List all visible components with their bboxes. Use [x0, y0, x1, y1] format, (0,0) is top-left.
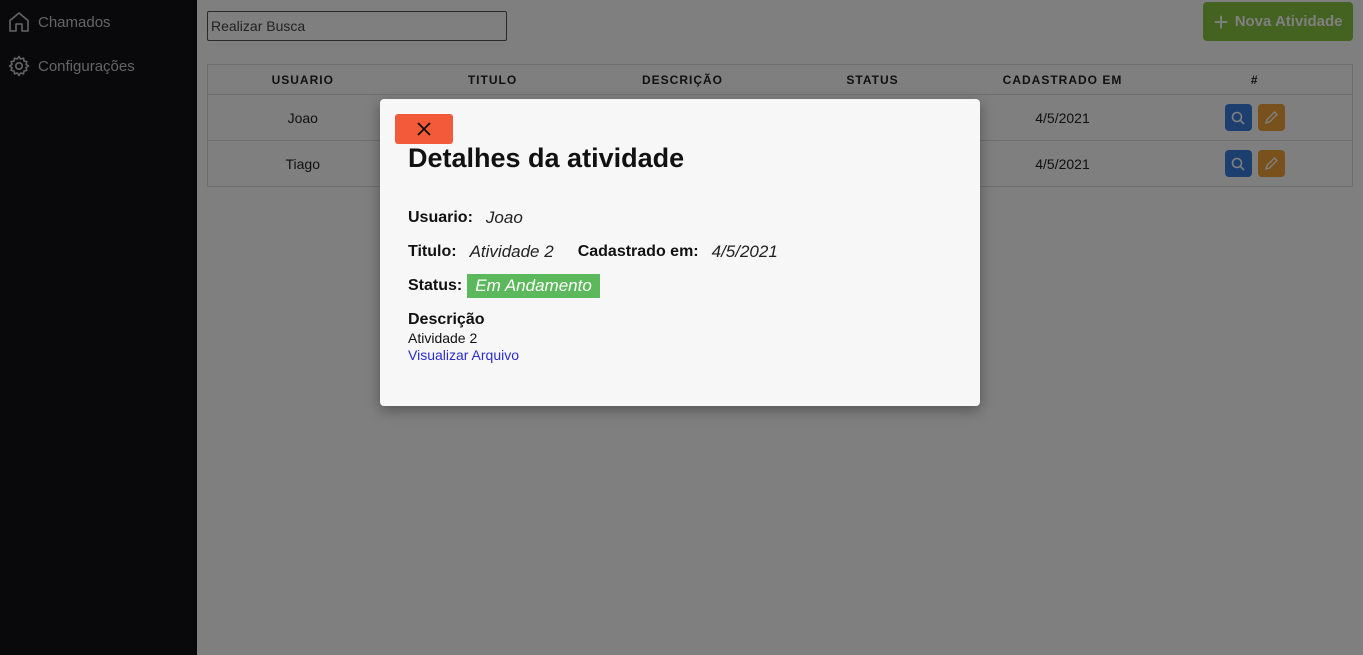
view-file-link[interactable]: Visualizar Arquivo [408, 347, 519, 363]
status-badge: Em Andamento [467, 274, 600, 298]
status-row: Status: Em Andamento [408, 274, 600, 298]
titulo-row: Titulo: Atividade 2 Cadastrado em: 4/5/2… [408, 242, 778, 262]
status-label: Status: [408, 277, 463, 294]
descricao-label: Descrição [408, 311, 485, 328]
usuario-row: Usuario: Joao [408, 208, 523, 228]
descricao-value: Atividade 2 [408, 330, 478, 346]
cadastrado-label: Cadastrado em: [577, 243, 699, 260]
close-icon [417, 122, 431, 136]
titulo-value: Atividade 2 [469, 242, 554, 261]
titulo-label: Titulo: [408, 243, 457, 260]
usuario-value: Joao [485, 208, 523, 227]
activity-details-modal: Detalhes da atividade Usuario: Joao Titu… [380, 99, 980, 406]
cadastrado-value: 4/5/2021 [711, 242, 778, 261]
modal-title: Detalhes da atividade [408, 143, 685, 173]
usuario-label: Usuario: [408, 209, 473, 226]
close-button[interactable] [395, 114, 453, 144]
